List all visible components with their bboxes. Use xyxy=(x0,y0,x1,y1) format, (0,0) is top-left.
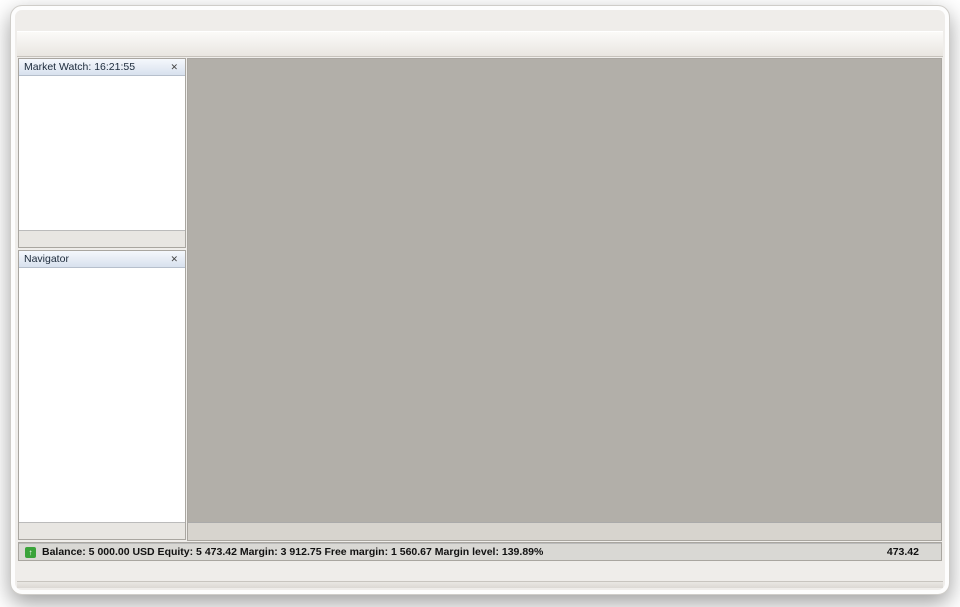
chart-grid xyxy=(188,59,941,522)
toolbar xyxy=(17,31,943,57)
account-summary-row: ↑ Balance: 5 000.00 USD Equity: 5 473.42… xyxy=(19,543,941,560)
balance-icon: ↑ xyxy=(25,547,36,558)
chart-workspace xyxy=(187,58,942,541)
navigator-tree xyxy=(19,268,185,522)
navigator-panel: Navigator ✕ xyxy=(18,250,186,540)
balance-text: Balance: 5 000.00 USD Equity: 5 473.42 M… xyxy=(42,546,543,558)
terminal-panel: ↑ Balance: 5 000.00 USD Equity: 5 473.42… xyxy=(18,542,942,561)
navigator-tabs xyxy=(19,522,185,539)
app: Market Watch: 16:21:55 ✕ Navigator ✕ xyxy=(17,11,943,588)
close-icon[interactable]: ✕ xyxy=(168,62,180,73)
menu-bar xyxy=(17,11,943,31)
metatrader-window: Market Watch: 16:21:55 ✕ Navigator ✕ xyxy=(10,5,950,595)
chart-tabs-bar xyxy=(188,522,941,540)
market-watch-panel: Market Watch: 16:21:55 ✕ xyxy=(18,58,186,248)
left-column: Market Watch: 16:21:55 ✕ Navigator ✕ xyxy=(17,57,187,541)
total-profit: 473.42 xyxy=(887,546,933,558)
main-area: Market Watch: 16:21:55 ✕ Navigator ✕ xyxy=(17,57,943,541)
status-bar xyxy=(17,581,943,588)
market-watch-tabs xyxy=(19,230,185,247)
navigator-title-bar: Navigator ✕ xyxy=(19,251,185,268)
market-watch-title-bar: Market Watch: 16:21:55 ✕ xyxy=(19,59,185,76)
market-watch-title: Market Watch: 16:21:55 xyxy=(24,61,135,73)
terminal-tabs-bar xyxy=(17,562,943,581)
close-icon[interactable]: ✕ xyxy=(168,254,180,265)
navigator-title: Navigator xyxy=(24,253,69,265)
